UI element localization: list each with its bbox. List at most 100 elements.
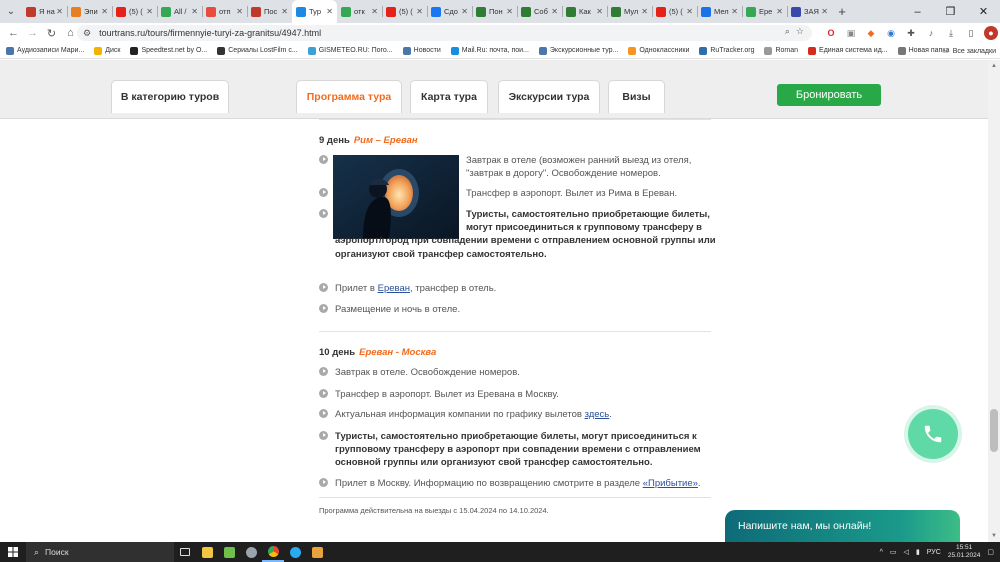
- page-scrollbar[interactable]: ▲ ▼: [988, 60, 1000, 542]
- tab-close-icon[interactable]: ✕: [551, 7, 558, 16]
- book-button[interactable]: Бронировать: [777, 84, 881, 106]
- bookmark-item[interactable]: Диск: [94, 46, 120, 55]
- close-window-icon[interactable]: ✕: [967, 0, 1000, 23]
- tab-close-icon[interactable]: ✕: [506, 7, 513, 16]
- tab-close-icon[interactable]: ✕: [56, 7, 63, 16]
- all-bookmarks[interactable]: ▭ Все закладки: [942, 43, 996, 59]
- tab-close-icon[interactable]: ✕: [326, 7, 333, 16]
- browser-tab[interactable]: (5) (✕: [652, 0, 697, 23]
- restore-icon[interactable]: ❐: [934, 0, 967, 23]
- notifications-icon[interactable]: ▢: [987, 548, 994, 556]
- media-icon[interactable]: ♪: [924, 26, 938, 40]
- bookmark-item[interactable]: GISMETEO.RU: Пого...: [307, 46, 393, 55]
- bookmark-item[interactable]: Одноклассники: [628, 46, 689, 55]
- browser-tab[interactable]: Тур ✕: [292, 0, 337, 23]
- browser-tab[interactable]: All / ✕: [157, 0, 202, 23]
- extension-icon-2[interactable]: ◆: [864, 26, 878, 40]
- browser-tab[interactable]: Соб ✕: [517, 0, 562, 23]
- clock[interactable]: 15:51 25.01.2024: [948, 544, 981, 560]
- tab-close-icon[interactable]: ✕: [776, 7, 783, 16]
- tab-close-icon[interactable]: ✕: [596, 7, 603, 16]
- telegram-icon[interactable]: [284, 542, 306, 562]
- scroll-down-icon[interactable]: ▼: [988, 530, 1000, 542]
- site-info-icon[interactable]: ⚙: [83, 28, 91, 39]
- bookmark-item[interactable]: Аудиозаписи Мари...: [6, 46, 84, 55]
- bookmark-item[interactable]: Экскурсионные тур...: [538, 46, 618, 55]
- browser-tab[interactable]: Эпи ✕: [67, 0, 112, 23]
- browser-tab[interactable]: ЗАЯ ✕: [787, 0, 832, 23]
- sidepanel-icon[interactable]: ▯: [964, 26, 978, 40]
- online-chat-widget[interactable]: Напишите нам, мы онлайн!: [725, 510, 960, 542]
- flight-schedule-link[interactable]: здесь: [585, 409, 610, 420]
- minimize-icon[interactable]: –: [901, 0, 934, 23]
- tab-close-icon[interactable]: ✕: [686, 7, 693, 16]
- browser-tab[interactable]: Как ✕: [562, 0, 607, 23]
- browser-tab[interactable]: Сдо ✕: [427, 0, 472, 23]
- bookmark-item[interactable]: Speedtest.net by O...: [130, 46, 207, 55]
- browser-tab[interactable]: Ере ✕: [742, 0, 787, 23]
- tab-close-icon[interactable]: ✕: [101, 7, 108, 16]
- volume-icon[interactable]: ◁: [904, 548, 909, 556]
- opera-icon[interactable]: O: [824, 26, 838, 40]
- browser-tab[interactable]: (5) (✕: [112, 0, 157, 23]
- tab-search-icon[interactable]: ⌄: [0, 0, 22, 23]
- tab-close-icon[interactable]: ✕: [236, 7, 243, 16]
- extensions-puzzle-icon[interactable]: ✚: [904, 26, 918, 40]
- tab-close-icon[interactable]: ✕: [146, 7, 153, 16]
- bookmark-item[interactable]: RuTracker.org: [699, 46, 754, 55]
- tab-tour-category[interactable]: В категорию туров: [111, 80, 229, 113]
- network-icon[interactable]: ▭: [890, 548, 897, 556]
- tab-close-icon[interactable]: ✕: [371, 7, 378, 16]
- tool-app-icon[interactable]: [240, 542, 262, 562]
- call-button[interactable]: [908, 409, 958, 459]
- back-icon[interactable]: ←: [4, 23, 23, 43]
- new-tab-button[interactable]: +: [832, 4, 852, 19]
- tab-tour-excursions[interactable]: Экскурсии тура: [498, 80, 600, 113]
- tab-close-icon[interactable]: ✕: [731, 7, 738, 16]
- zoom-icon[interactable]: ⌕: [785, 26, 790, 37]
- bookmark-item[interactable]: Сериалы LostFilm с...: [217, 46, 298, 55]
- bookmark-item[interactable]: Mail.Ru: почта, пои...: [450, 46, 529, 55]
- extension-icon-3[interactable]: ◉: [884, 26, 898, 40]
- tab-close-icon[interactable]: ✕: [281, 7, 288, 16]
- browser-tab[interactable]: Мел ✕: [697, 0, 742, 23]
- download-icon[interactable]: ⤓: [944, 26, 958, 40]
- tab-close-icon[interactable]: ✕: [461, 7, 468, 16]
- tab-close-icon[interactable]: ✕: [641, 7, 648, 16]
- reload-icon[interactable]: ↻: [42, 23, 61, 43]
- media-player-icon[interactable]: [306, 542, 328, 562]
- browser-tab[interactable]: Я на ✕: [22, 0, 67, 23]
- forward-icon[interactable]: →: [23, 23, 42, 43]
- task-view-icon[interactable]: [174, 542, 196, 562]
- browser-tab[interactable]: (5) (✕: [382, 0, 427, 23]
- arrival-section-link[interactable]: «Прибытие»: [643, 478, 698, 489]
- browser-tab[interactable]: Пос ✕: [247, 0, 292, 23]
- bookmark-item[interactable]: Новости: [402, 46, 441, 55]
- scroll-up-icon[interactable]: ▲: [988, 60, 1000, 72]
- battery-icon[interactable]: ▮: [916, 548, 920, 556]
- tray-chevron-icon[interactable]: ^: [880, 549, 883, 556]
- chrome-taskbar-icon[interactable]: [262, 542, 284, 562]
- file-explorer-icon[interactable]: [196, 542, 218, 562]
- tab-close-icon[interactable]: ✕: [416, 7, 423, 16]
- extension-icon-1[interactable]: ▣: [844, 26, 858, 40]
- browser-tab[interactable]: Пон ✕: [472, 0, 517, 23]
- bookmark-star-icon[interactable]: ☆: [796, 26, 804, 37]
- browser-tab[interactable]: Мул ✕: [607, 0, 652, 23]
- scroll-thumb[interactable]: [990, 409, 998, 452]
- bookmark-item[interactable]: Roman: [764, 46, 798, 55]
- profile-avatar[interactable]: ●: [984, 26, 998, 40]
- tab-close-icon[interactable]: ✕: [191, 7, 198, 16]
- taskbar-search[interactable]: ⌕ Поиск: [26, 542, 174, 562]
- bookmark-item[interactable]: Единая система ид...: [808, 46, 888, 55]
- browser-tab[interactable]: отк ✕: [337, 0, 382, 23]
- language-indicator[interactable]: РУС: [927, 549, 941, 556]
- address-bar[interactable]: ⚙ tourtrans.ru/tours/firmennyie-turyi-za…: [77, 25, 812, 41]
- windows-start-icon[interactable]: [0, 542, 26, 562]
- tab-tour-program[interactable]: Программа тура: [296, 80, 402, 113]
- tab-visas[interactable]: Визы: [608, 80, 665, 113]
- yerevan-link[interactable]: Ереван: [378, 283, 410, 294]
- tab-tour-map[interactable]: Карта тура: [410, 80, 488, 113]
- photo-app-icon[interactable]: [218, 542, 240, 562]
- tab-close-icon[interactable]: ✕: [821, 7, 828, 16]
